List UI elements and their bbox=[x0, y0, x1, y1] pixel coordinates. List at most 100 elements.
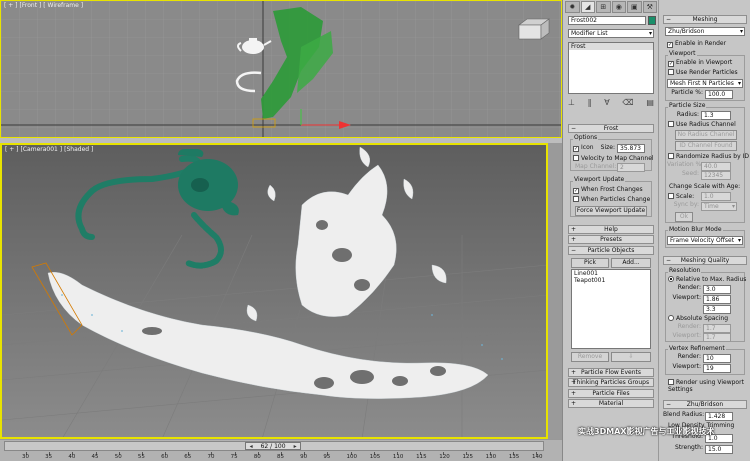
icon-checkbox[interactable]: ✓ Icon bbox=[573, 144, 594, 152]
modifier-list-dropdown[interactable]: Modifier List bbox=[568, 29, 654, 38]
size-field[interactable]: 35.873 bbox=[617, 144, 645, 153]
options-group-label: Options bbox=[573, 134, 599, 141]
front-viewport-label[interactable]: [ + ] [Front ][ Wireframe ] bbox=[4, 2, 85, 9]
render-using-viewport-checkbox[interactable]: Render using Viewport Settings bbox=[668, 379, 748, 393]
velocity-map-checkbox[interactable]: Velocity to Map Channel bbox=[573, 155, 654, 162]
variation-field[interactable]: 40.0 bbox=[701, 162, 731, 171]
configure-sets-icon[interactable]: ▤ bbox=[646, 98, 654, 110]
time-slider-thumb[interactable]: ◂ 62 / 100 ▸ bbox=[245, 442, 302, 451]
display-icon: ▣ bbox=[630, 3, 638, 11]
map-channel-field[interactable]: 2 bbox=[617, 163, 645, 172]
add-button[interactable]: Add... bbox=[611, 258, 651, 268]
zhu-bridson-rollout[interactable]: Zhu/Bridson bbox=[663, 400, 747, 409]
abs-render-field[interactable]: 1.7 bbox=[703, 324, 731, 333]
abs-viewport-field[interactable]: 1.7 bbox=[703, 333, 731, 342]
time-slider-track[interactable]: ◂ 62 / 100 ▸ bbox=[4, 441, 544, 451]
strength-field[interactable]: 15.0 bbox=[705, 445, 733, 454]
modifier-stack[interactable]: Frost bbox=[568, 42, 654, 94]
particle-objects-list[interactable]: Line001 Teapot001 bbox=[571, 269, 651, 349]
front-viewport[interactable]: [ + ] [Front ][ Wireframe ] bbox=[0, 0, 562, 138]
viewport-label: Viewport: bbox=[672, 294, 701, 301]
command-panel: ✹ ◢ ⊞ ◉ ▣ ⚒ Frost002 Modifier List Frost… bbox=[562, 0, 658, 461]
timeline-tick-label: 60 bbox=[161, 454, 169, 460]
material-rollout[interactable]: Material bbox=[568, 399, 654, 408]
viewport-resolution-field[interactable]: 1.86 bbox=[703, 295, 731, 304]
particle-pct-field[interactable]: 100.0 bbox=[705, 90, 733, 99]
viewport-group-label: Viewport bbox=[668, 50, 697, 57]
show-end-result-icon[interactable]: ‖ bbox=[588, 98, 592, 110]
particle-object-item[interactable]: Line001 bbox=[572, 270, 650, 277]
radius-field[interactable]: 1.3 bbox=[701, 111, 731, 120]
particle-files-rollout[interactable]: Particle Files bbox=[568, 389, 654, 398]
render-resolution-field[interactable]: 3.0 bbox=[703, 285, 731, 294]
particle-flow-events-rollout[interactable]: Particle Flow Events bbox=[568, 368, 654, 377]
sync-by-label: Sync by: bbox=[673, 201, 699, 208]
timeline-tick-label: 80 bbox=[253, 454, 261, 460]
mesh-mode-dropdown[interactable]: Mesh First N Particles bbox=[667, 79, 743, 88]
stack-item-frost[interactable]: Frost bbox=[569, 43, 653, 50]
timeline-tick-label: 120 bbox=[439, 454, 450, 460]
resolution-label: Resolution bbox=[668, 267, 702, 274]
viewcube-icon[interactable] bbox=[511, 15, 557, 45]
front-viewport-canvas bbox=[1, 1, 561, 137]
remove-button[interactable]: Remove bbox=[571, 352, 609, 362]
id-channel-found-button[interactable]: ID Channel Found bbox=[675, 141, 737, 151]
vr-viewport-field[interactable]: 19 bbox=[703, 364, 731, 373]
use-render-particles-checkbox[interactable]: Use Render Particles bbox=[668, 69, 738, 76]
ok-button[interactable]: Ok bbox=[675, 212, 693, 222]
frost-rollout-header[interactable]: Frost bbox=[568, 124, 654, 133]
seed-field[interactable]: 12345 bbox=[701, 171, 731, 180]
no-radius-channel-button[interactable]: No Radius Channel bbox=[675, 130, 737, 140]
create-tab[interactable]: ✹ bbox=[565, 1, 580, 13]
hierarchy-tab[interactable]: ⊞ bbox=[596, 1, 611, 13]
utilities-tab[interactable]: ⚒ bbox=[642, 1, 657, 13]
camera-viewport[interactable]: [ + ] [Camera001 ] [Shaded ] bbox=[0, 143, 548, 439]
timeline-tick-label: 55 bbox=[137, 454, 145, 460]
hierarchy-icon: ⊞ bbox=[600, 3, 607, 11]
motion-tab[interactable]: ◉ bbox=[611, 1, 626, 13]
camera-viewport-canvas bbox=[2, 145, 546, 437]
create-icon: ✹ bbox=[569, 3, 576, 11]
pick-button[interactable]: Pick bbox=[571, 258, 609, 268]
camera-viewport-label[interactable]: [ + ] [Camera001 ] [Shaded ] bbox=[5, 146, 95, 153]
object-color-swatch[interactable] bbox=[648, 16, 656, 25]
absolute-spacing-radio[interactable]: Absolute Spacing bbox=[668, 315, 728, 322]
relative-radius-radio[interactable]: Relative to Max. Radius bbox=[668, 276, 746, 283]
viewport-resolution-field-2[interactable]: 3.3 bbox=[703, 305, 731, 314]
when-particles-change-checkbox[interactable]: When Particles Change bbox=[573, 196, 650, 203]
object-name-field[interactable]: Frost002 bbox=[568, 16, 646, 25]
presets-rollout[interactable]: Presets bbox=[568, 235, 654, 244]
motion-blur-dropdown[interactable]: Frame Velocity Offset bbox=[667, 236, 743, 245]
watermark-text: 实战3DMAX影视广告与工业影视技术 bbox=[578, 427, 715, 436]
enable-in-render-checkbox[interactable]: ✓ Enable in Render bbox=[667, 40, 726, 48]
list-options-button[interactable]: ⇩ bbox=[611, 352, 651, 362]
enable-in-viewport-checkbox[interactable]: ✓ Enable in Viewport bbox=[668, 59, 732, 67]
meshing-quality-rollout[interactable]: Meshing Quality bbox=[663, 256, 747, 265]
vr-render-field[interactable]: 10 bbox=[703, 354, 731, 363]
scale-field[interactable]: 1.0 bbox=[701, 192, 731, 201]
modify-tab[interactable]: ◢ bbox=[580, 1, 595, 13]
remove-modifier-icon[interactable]: ⌫ bbox=[622, 98, 633, 110]
meshing-rollout-header[interactable]: Meshing bbox=[663, 15, 747, 24]
help-rollout[interactable]: Help bbox=[568, 225, 654, 234]
when-frost-changes-checkbox[interactable]: ✓ When Frost Changes bbox=[573, 186, 643, 194]
particle-object-item[interactable]: Teapot001 bbox=[572, 277, 650, 284]
meshing-method-dropdown[interactable]: Zhu/Bridson bbox=[665, 27, 745, 36]
display-tab[interactable]: ▣ bbox=[627, 1, 642, 13]
timeline-tick-label: 40 bbox=[68, 454, 76, 460]
force-viewport-update-button[interactable]: Force Viewport Update bbox=[575, 206, 647, 216]
particle-objects-rollout[interactable]: Particle Objects bbox=[568, 246, 654, 255]
timeline-ruler[interactable]: 30 35 40 45 50 55 60 65 70 75 80 85 90 95 100 105 110 115… bbox=[4, 452, 544, 461]
thinking-particles-groups-rollout[interactable]: Thinking Particles Groups bbox=[568, 378, 654, 387]
timeline-bar: ◂ 62 / 100 ▸ 30 35 40 45 50 55 60 65 70 75 80 85 90 9… bbox=[0, 439, 562, 461]
next-frame-icon[interactable]: ▸ bbox=[290, 443, 300, 451]
make-unique-icon[interactable]: ∀ bbox=[604, 98, 609, 110]
use-radius-channel-checkbox[interactable]: Use Radius Channel bbox=[668, 121, 736, 128]
abs-viewport-label: Viewport: bbox=[672, 332, 701, 339]
change-scale-checkbox[interactable]: Scale: bbox=[668, 193, 694, 200]
sync-by-dropdown[interactable]: Time bbox=[701, 202, 737, 211]
blend-radius-field[interactable]: 1.428 bbox=[705, 412, 733, 421]
prev-frame-icon[interactable]: ◂ bbox=[246, 443, 256, 451]
randomize-radius-checkbox[interactable]: Randomize Radius by ID bbox=[668, 153, 749, 160]
pin-stack-icon[interactable]: ⊥ bbox=[568, 98, 575, 110]
